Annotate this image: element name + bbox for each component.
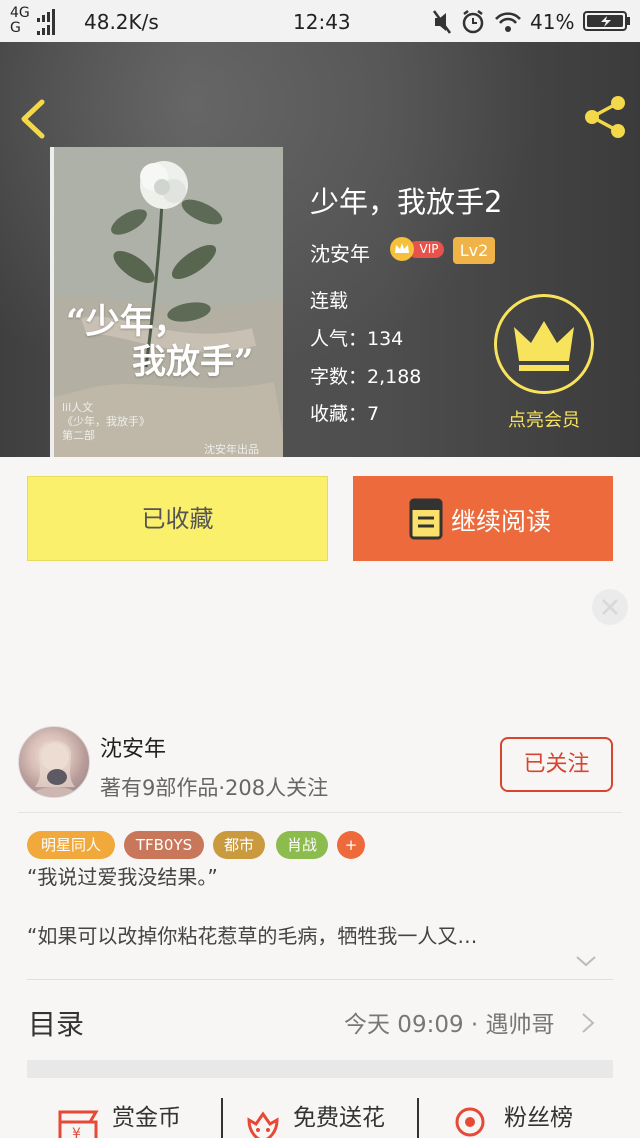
vip-membership-button[interactable] — [494, 294, 594, 394]
fan-ranking-button[interactable]: 粉丝榜 — [450, 1094, 590, 1138]
cover-title-line2: 我放手” — [132, 342, 254, 382]
favorites-stat: 收藏：7 — [310, 403, 380, 425]
network-type: 4G G — [10, 6, 36, 36]
network-type-top: 4G — [10, 5, 30, 21]
book-author[interactable]: 沈安年 — [310, 238, 370, 267]
alarm-icon — [462, 10, 484, 34]
latest-chapter[interactable]: 今天 09:09 · 遇帅哥 — [344, 1005, 555, 1039]
wifi-icon — [495, 12, 521, 32]
cover-small-line1: lil人文 — [62, 401, 94, 414]
popularity-stat: 人气：134 — [310, 328, 404, 350]
section-spacer — [27, 1060, 613, 1078]
book-icon — [409, 498, 443, 540]
cover-small-text: lil人文 《少年，我放手》 第二部 — [62, 401, 192, 443]
reward-label: 赏金币 — [112, 1105, 181, 1131]
author-avatar[interactable] — [18, 726, 90, 798]
mute-icon — [432, 10, 452, 34]
medal-icon — [455, 1107, 485, 1137]
book-title: 少年，我放手2 — [310, 185, 503, 219]
cover-author-note: 沈安年出品 — [204, 443, 259, 456]
book-header: “少年， 我放手” lil人文 《少年，我放手》 第二部 沈安年出品 少年，我放… — [0, 42, 640, 457]
synopsis-line: “我说过爱我没结果。” — [27, 865, 218, 889]
author-meta: 著有9部作品·208人关注 — [100, 776, 329, 800]
fans-label: 粉丝榜 — [504, 1105, 573, 1131]
coin-envelope-icon: ¥ — [58, 1110, 99, 1138]
toc-label[interactable]: 目录 — [28, 1003, 84, 1043]
battery-percent: 41% — [530, 10, 575, 34]
word-count-stat: 字数：2,188 — [310, 366, 422, 388]
send-flower-button[interactable]: 免费送花 — [243, 1094, 413, 1138]
vip-badge: VIP — [390, 237, 446, 261]
add-tag-button[interactable]: + — [337, 831, 365, 859]
share-icon[interactable] — [580, 94, 628, 140]
cover-small-line2: 《少年，我放手》 — [62, 415, 150, 428]
crown-icon — [514, 321, 574, 371]
signal-icon — [37, 9, 55, 35]
collected-button[interactable]: 已收藏 — [27, 476, 328, 561]
avatar-image — [30, 741, 80, 797]
chevron-down-icon[interactable] — [574, 953, 598, 969]
status-bar: 4G G 48.2K/s 12:43 41% — [0, 0, 640, 42]
tag-chip[interactable]: 明星同人 — [27, 831, 115, 859]
serial-status: 连载 — [310, 290, 349, 312]
divider — [18, 812, 622, 813]
vip-cta-label[interactable]: 点亮会员 — [498, 406, 590, 432]
level-badge: Lv2 — [453, 237, 495, 264]
follow-button[interactable]: 已关注 — [500, 737, 613, 792]
reward-coins-button[interactable]: ¥ 赏金币 — [56, 1094, 196, 1138]
flower-label: 免费送花 — [293, 1105, 385, 1131]
svg-text:¥: ¥ — [72, 1126, 81, 1138]
cover-title: “少年， 我放手” — [66, 302, 276, 382]
author-name[interactable]: 沈安年 — [100, 731, 166, 763]
back-arrow-icon[interactable] — [14, 96, 54, 142]
clock: 12:43 — [293, 10, 351, 34]
chevron-right-icon[interactable] — [580, 1011, 596, 1035]
network-speed: 48.2K/s — [84, 10, 159, 34]
status-icons — [432, 10, 521, 34]
battery-icon — [583, 11, 630, 31]
divider — [417, 1098, 419, 1138]
tag-chip[interactable]: 肖战 — [276, 831, 328, 859]
flower-icon — [247, 1111, 279, 1138]
network-type-bottom: G — [10, 20, 21, 36]
vip-crown-icon — [390, 237, 414, 261]
continue-reading-label: 继续阅读 — [451, 507, 552, 536]
divider — [221, 1098, 223, 1138]
book-cover[interactable]: “少年， 我放手” lil人文 《少年，我放手》 第二部 沈安年出品 — [50, 147, 283, 457]
continue-reading-button[interactable]: 继续阅读 — [353, 476, 613, 561]
tag-chip[interactable]: 都市 — [213, 831, 265, 859]
close-icon[interactable] — [592, 589, 628, 625]
cover-small-line3: 第二部 — [62, 429, 95, 442]
synopsis-line: “如果可以改掉你粘花惹草的毛病，牺牲我一人又… — [27, 924, 478, 948]
divider — [27, 979, 613, 980]
cover-title-line1: “少年， — [66, 302, 188, 342]
tag-chip[interactable]: TFB0YS — [124, 831, 204, 859]
